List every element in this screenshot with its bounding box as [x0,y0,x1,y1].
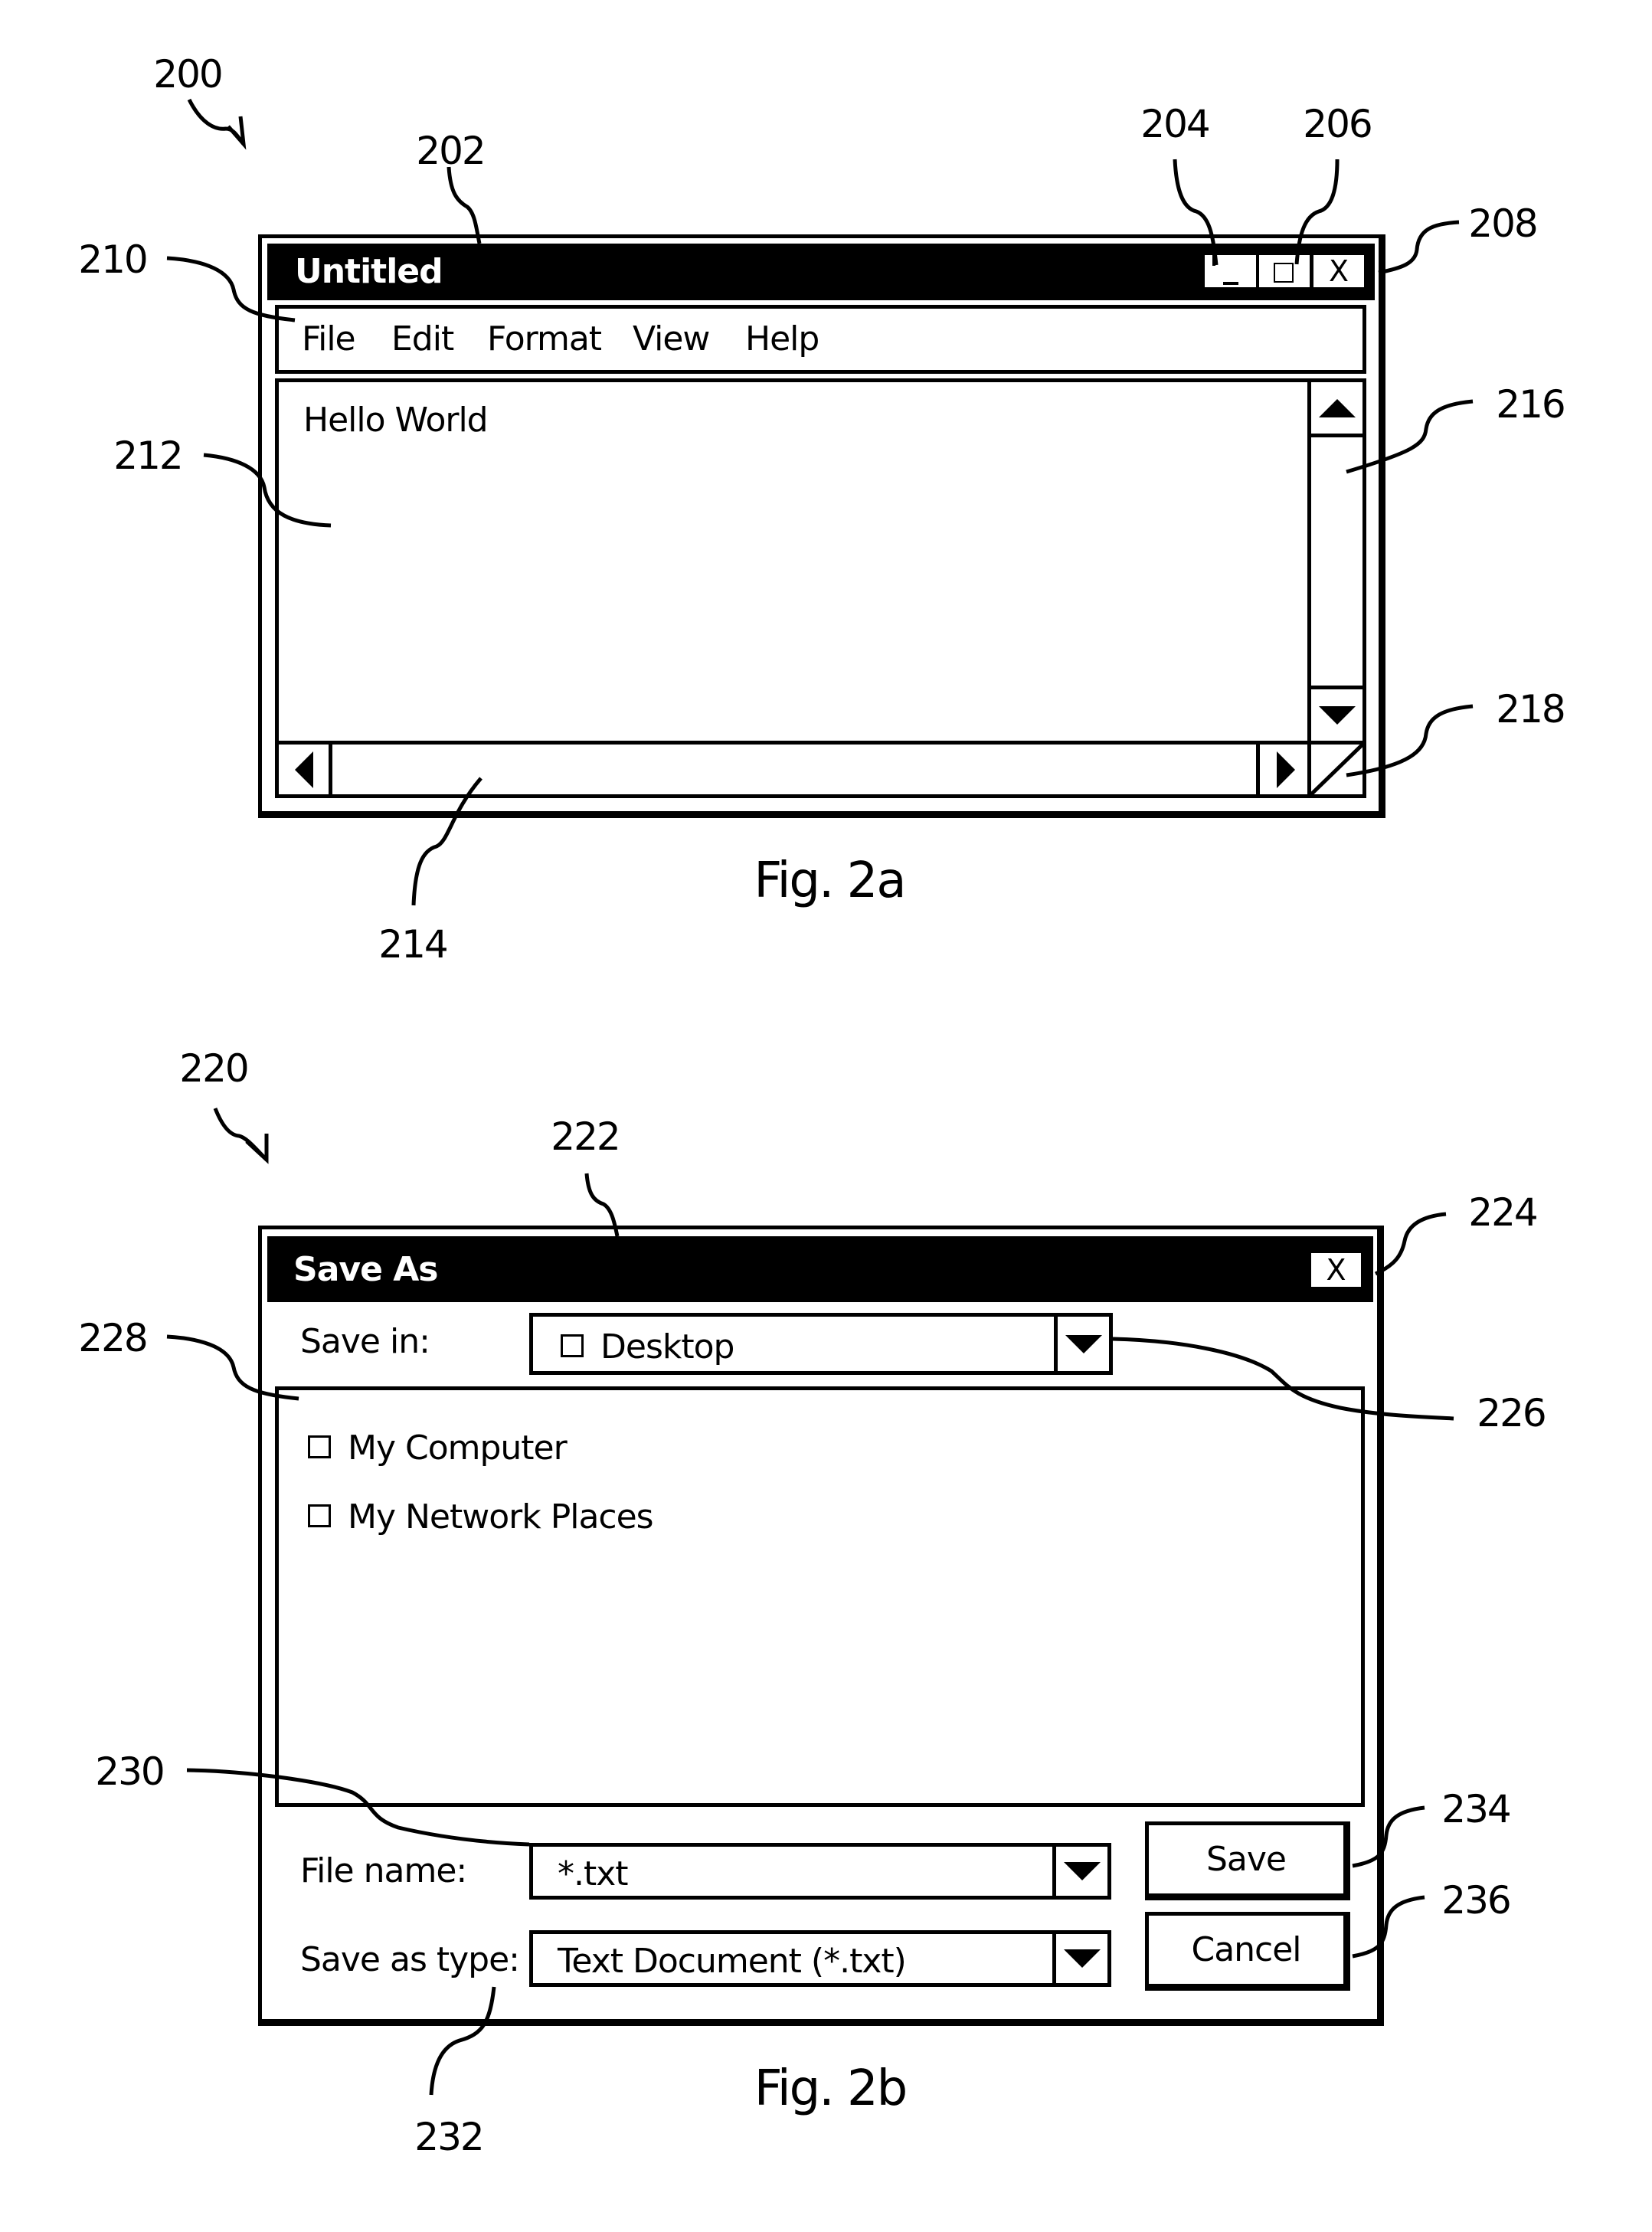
arrowhead-220 [245,1134,269,1164]
folder-icon [561,1334,584,1357]
ref-232: 232 [414,2115,484,2159]
arrow-down-icon [1318,705,1356,725]
ref-204: 204 [1140,102,1210,146]
leader-220 [213,1108,268,1161]
file-name-label: File name: [300,1851,467,1890]
text-area[interactable]: Hello World [275,378,1366,798]
maximize-icon [1274,263,1294,283]
folder-icon [308,1435,331,1458]
save-in-value-text: Desktop [600,1327,734,1366]
save-as-type-dropdown[interactable]: Text Document (*.txt) [529,1930,1111,1987]
resize-grip-icon [1311,745,1362,794]
list-item-label: My Computer [348,1429,568,1468]
ref-206: 206 [1303,102,1372,146]
ref-212: 212 [113,434,183,478]
save-as-type-label: Save as type: [300,1940,520,1979]
arrowhead-200 [227,116,247,150]
ref-230: 230 [95,1749,165,1794]
arrow-up-icon [1318,398,1356,417]
ref-224: 224 [1468,1190,1538,1235]
document-text: Hello World [303,401,489,440]
menu-help[interactable]: Help [745,322,819,356]
chevron-down-icon [1063,1862,1101,1880]
ref-228: 228 [78,1316,148,1360]
leader-224 [1374,1212,1447,1276]
figure-caption-2b: Fig. 2b [754,2060,908,2117]
vertical-scrollbar[interactable] [1307,382,1362,741]
arrow-right-icon [1276,751,1295,788]
minimize-icon [1223,282,1238,285]
title-bar[interactable]: Untitled X [267,244,1375,300]
save-button[interactable]: Save [1145,1821,1350,1900]
window-title: Untitled [295,252,443,291]
ref-200: 200 [153,52,223,97]
leader-208 [1378,220,1460,275]
ref-208: 208 [1468,201,1538,246]
dialog-close-button[interactable]: X [1311,1253,1361,1287]
save-in-dropdown-button[interactable] [1054,1317,1109,1371]
leader-200 [187,98,245,146]
ref-216: 216 [1496,382,1565,427]
save-in-value: Desktop [561,1330,734,1364]
menu-view[interactable]: View [633,322,710,356]
save-in-dropdown[interactable]: Desktop [529,1313,1113,1375]
save-as-type-dropdown-button[interactable] [1052,1934,1107,1983]
ref-218: 218 [1496,687,1565,731]
list-item-label: My Network Places [348,1497,654,1537]
dialog-title: Save As [293,1250,438,1289]
dialog-title-bar[interactable]: Save As X [267,1236,1373,1302]
ref-226: 226 [1477,1391,1546,1435]
scroll-down-button[interactable] [1311,686,1362,741]
ref-220: 220 [179,1046,249,1091]
arrow-left-icon [294,751,313,788]
horizontal-scrollbar[interactable] [279,741,1362,794]
file-name-value: *.txt [558,1854,629,1893]
scroll-right-button[interactable] [1256,745,1311,794]
ref-234: 234 [1441,1787,1511,1831]
file-name-dropdown-button[interactable] [1052,1847,1107,1896]
cancel-button[interactable]: Cancel [1145,1912,1350,1991]
close-icon: X [1326,1253,1346,1287]
file-name-input[interactable]: *.txt [529,1843,1111,1900]
ref-236: 236 [1441,1878,1511,1923]
resize-grip[interactable] [1307,745,1362,794]
minimize-leader-notch [1212,255,1215,266]
scroll-left-button[interactable] [279,745,332,794]
leader-202 [447,166,482,244]
close-icon: X [1328,254,1349,288]
scroll-up-button[interactable] [1311,382,1362,437]
ref-210: 210 [78,237,148,282]
save-in-label: Save in: [300,1322,430,1361]
ref-222: 222 [551,1114,620,1159]
chevron-down-icon [1065,1334,1102,1353]
file-list[interactable]: My Computer My Network Places [275,1386,1365,1807]
figure-caption-2a: Fig. 2a [754,853,906,909]
save-as-type-value: Text Document (*.txt) [558,1942,907,1981]
chevron-down-icon [1063,1949,1101,1968]
maximize-button[interactable] [1259,255,1310,287]
list-item[interactable]: My Network Places [308,1501,654,1534]
list-item[interactable]: My Computer [308,1429,568,1468]
ref-202: 202 [416,129,486,173]
menu-file[interactable]: File [302,322,356,356]
menu-bar: File Edit Format View Help [275,305,1366,374]
close-button[interactable]: X [1313,254,1364,288]
ref-214: 214 [378,922,448,967]
menu-format[interactable]: Format [487,322,602,356]
menu-edit[interactable]: Edit [391,322,454,356]
minimize-button[interactable] [1205,255,1256,287]
folder-icon [308,1504,331,1527]
